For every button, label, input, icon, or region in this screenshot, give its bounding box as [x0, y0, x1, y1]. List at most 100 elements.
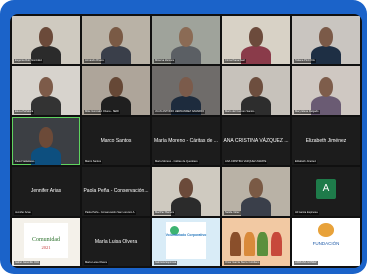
participant-name-label: Mario del Carmen Santos [224, 109, 256, 114]
participant-tile[interactable]: Elizabeth Jiménez Elizabeth Jiménez [292, 116, 360, 166]
participant-video [222, 16, 290, 65]
person-head [38, 127, 54, 148]
person-head [108, 77, 124, 98]
person-silhouette [31, 146, 61, 166]
participant-name-label: María Luisa Olvera [84, 260, 108, 265]
participant-display-name: Elizabeth Jiménez [305, 138, 347, 145]
participant-tile[interactable]: Cinna Panachael [222, 16, 290, 65]
participant-name-label: Eugenia Ruiz González [14, 59, 44, 64]
logo-title: Comunidad [31, 236, 60, 243]
participant-name-label: Isabel Jaramillo Ortiz [14, 260, 41, 265]
participant-tile[interactable]: María Luisa Olvera María Luisa Olvera [82, 217, 150, 266]
person-head [318, 26, 334, 47]
participant-tile[interactable]: Marco Santos Marco Santos [82, 116, 150, 166]
participant-tile[interactable]: Tatiana Pinzi Ktis [292, 16, 360, 65]
participant-tile[interactable]: Jennifer Arias Jennifer Arias [12, 167, 80, 216]
participant-name-label: Omar García Sierra Cotidiano [224, 260, 261, 265]
participant-name-label: Minerva Zamora [154, 59, 175, 64]
participant-tile[interactable]: Mike Gonzalez Olvera - SERI [82, 66, 150, 115]
participant-tile[interactable]: FUNDACIÓN ADRIANA GOMEZ [292, 217, 360, 266]
person-head [38, 26, 54, 47]
participant-display-name: María Moreno - Cáritas de ... [154, 138, 218, 145]
participant-name-label: ANA CRISTINA VAZQUEZ ZARATE [224, 160, 268, 165]
participant-name-label: Nelida Vélez [224, 210, 241, 215]
person-silhouette [241, 197, 271, 216]
participant-video [12, 66, 80, 115]
person-head [248, 77, 264, 98]
logo-year: 2021 [41, 244, 51, 250]
participant-tile[interactable]: Mary Elena Delgado [292, 66, 360, 115]
participant-name-label: Cinna Panachael [224, 59, 246, 64]
participant-tile[interactable]: Mario del Carmen Santos [222, 66, 290, 115]
participant-name-label: Elena Peñaloza [14, 109, 35, 114]
person-head [178, 26, 194, 47]
participant-name-label: María Moreno - Cáritas de Querétaro [154, 160, 199, 165]
participant-display-name: Jennifer Arias [30, 188, 62, 195]
participant-name-label: Armando Rivera [84, 59, 105, 64]
person-head [248, 177, 264, 199]
participant-tile[interactable]: David Valladares [12, 116, 80, 166]
participant-name-label: Gabriela Espinosa [154, 260, 178, 265]
participant-video [82, 66, 150, 115]
participant-name-label: Ali Garcia Espinosa [294, 210, 319, 215]
foundation-logo-text: FUNDACIÓN [312, 240, 340, 246]
participant-name-label: David Valladares [14, 160, 36, 165]
participant-name-label: Mary Elena Delgado [294, 109, 320, 114]
participant-name-label: Paola Peña - Conservación San Lorenzo A. [84, 210, 137, 215]
participant-video [292, 66, 360, 115]
person-silhouette [171, 197, 201, 216]
person-silhouette [31, 96, 61, 115]
participant-video [222, 66, 290, 115]
participant-tile[interactable]: JUAN ANTONIO HERNANDEZ NAVARRO [152, 66, 220, 115]
illustration-figure [270, 232, 282, 257]
participant-tile[interactable]: ANA CRISTINA VÁZQUEZ ... ANA CRISTINA VAZ… [222, 116, 290, 166]
participant-name-label: JUAN ANTONIO HERNANDEZ NAVARRO [154, 109, 206, 114]
participant-name-label: Marco Santos [84, 160, 103, 165]
participant-tile[interactable]: María Moreno - Cáritas de ... María Moren… [152, 116, 220, 166]
person-head [178, 77, 194, 98]
participant-name-label: ADRIANA GOMEZ [294, 260, 318, 265]
participant-video [292, 16, 360, 65]
poster-image: Voluntariado Corporativo [165, 222, 207, 259]
person-silhouette [101, 46, 131, 65]
participant-display-name: María Luisa Olvera [94, 238, 138, 245]
participant-name-label: Mike Gonzalez Olvera - SERI [84, 109, 120, 114]
participant-display-name: Marco Santos [100, 138, 132, 145]
participant-name-label: MariPaz Barrera [154, 210, 175, 215]
participant-tile[interactable]: Nelida Vélez [222, 167, 290, 216]
illustration-figure [230, 232, 242, 257]
person-silhouette [171, 46, 201, 65]
participant-tile[interactable]: Elena Peñaloza [12, 66, 80, 115]
participant-video [82, 16, 150, 65]
avatar: A [316, 179, 336, 200]
participant-tile[interactable]: Comunidad 2021 Isabel Jaramillo Ortiz [12, 217, 80, 266]
participant-name-label: Elizabeth Jiménez [294, 160, 318, 165]
participant-display-name: Paola Peña - Conservación... [83, 188, 149, 195]
participant-tile[interactable]: Eugenia Ruiz González [12, 16, 80, 65]
participant-video [12, 117, 80, 166]
participant-name-label: Tatiana Pinzi Ktis [294, 59, 316, 64]
person-head [318, 77, 334, 98]
participant-video [152, 66, 220, 115]
illustration-figure [243, 232, 255, 257]
participant-tile[interactable]: MariPaz Barrera [152, 167, 220, 216]
participant-tile[interactable]: Minerva Zamora [152, 16, 220, 65]
illustration-figure [257, 232, 269, 257]
foundation-logo-icon [317, 223, 335, 237]
person-head [38, 77, 54, 98]
participant-video [12, 16, 80, 65]
participant-tile[interactable]: Armando Rivera [82, 16, 150, 65]
participant-display-name: ANA CRISTINA VÁZQUEZ ... [223, 138, 289, 145]
poster-text: Voluntariado Corporativo [165, 233, 207, 238]
community-logo: Comunidad 2021 [24, 223, 68, 259]
participant-tile[interactable]: A Ali Garcia Espinosa [292, 167, 360, 216]
participant-tile[interactable]: Voluntariado Corporativo Gabriela Espinos… [152, 217, 220, 266]
participant-video [152, 16, 220, 65]
participant-tile[interactable]: Paola Peña - Conservación... Paola Peña -… [82, 167, 150, 216]
participant-tile[interactable]: Omar García Sierra Cotidiano [222, 217, 290, 266]
person-head [178, 177, 194, 199]
participant-video [222, 167, 290, 216]
person-head [108, 26, 124, 47]
participant-name-label: Jennifer Arias [14, 210, 32, 215]
participant-video [152, 167, 220, 216]
